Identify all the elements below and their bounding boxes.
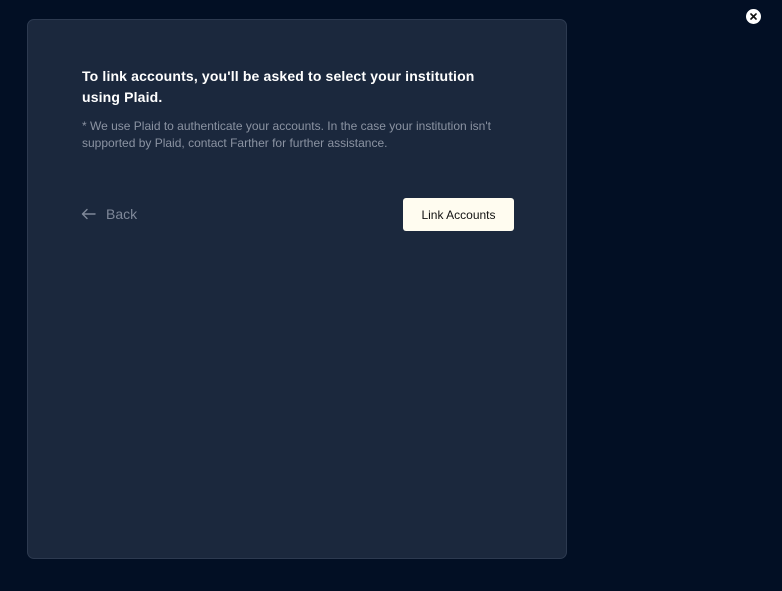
link-accounts-button[interactable]: Link Accounts bbox=[403, 198, 514, 231]
panel-heading: To link accounts, you'll be asked to sel… bbox=[82, 68, 475, 105]
link-accounts-panel: To link accounts, you'll be asked to sel… bbox=[27, 19, 567, 559]
back-label: Back bbox=[106, 206, 138, 222]
modal-overlay: To link accounts, you'll be asked to sel… bbox=[0, 0, 782, 591]
back-button[interactable]: Back bbox=[81, 206, 137, 222]
close-icon bbox=[750, 13, 757, 20]
arrow-left-icon bbox=[81, 208, 96, 220]
plaid-disclaimer: * We use Plaid to authenticate your acco… bbox=[82, 119, 491, 150]
close-button[interactable] bbox=[746, 9, 761, 24]
